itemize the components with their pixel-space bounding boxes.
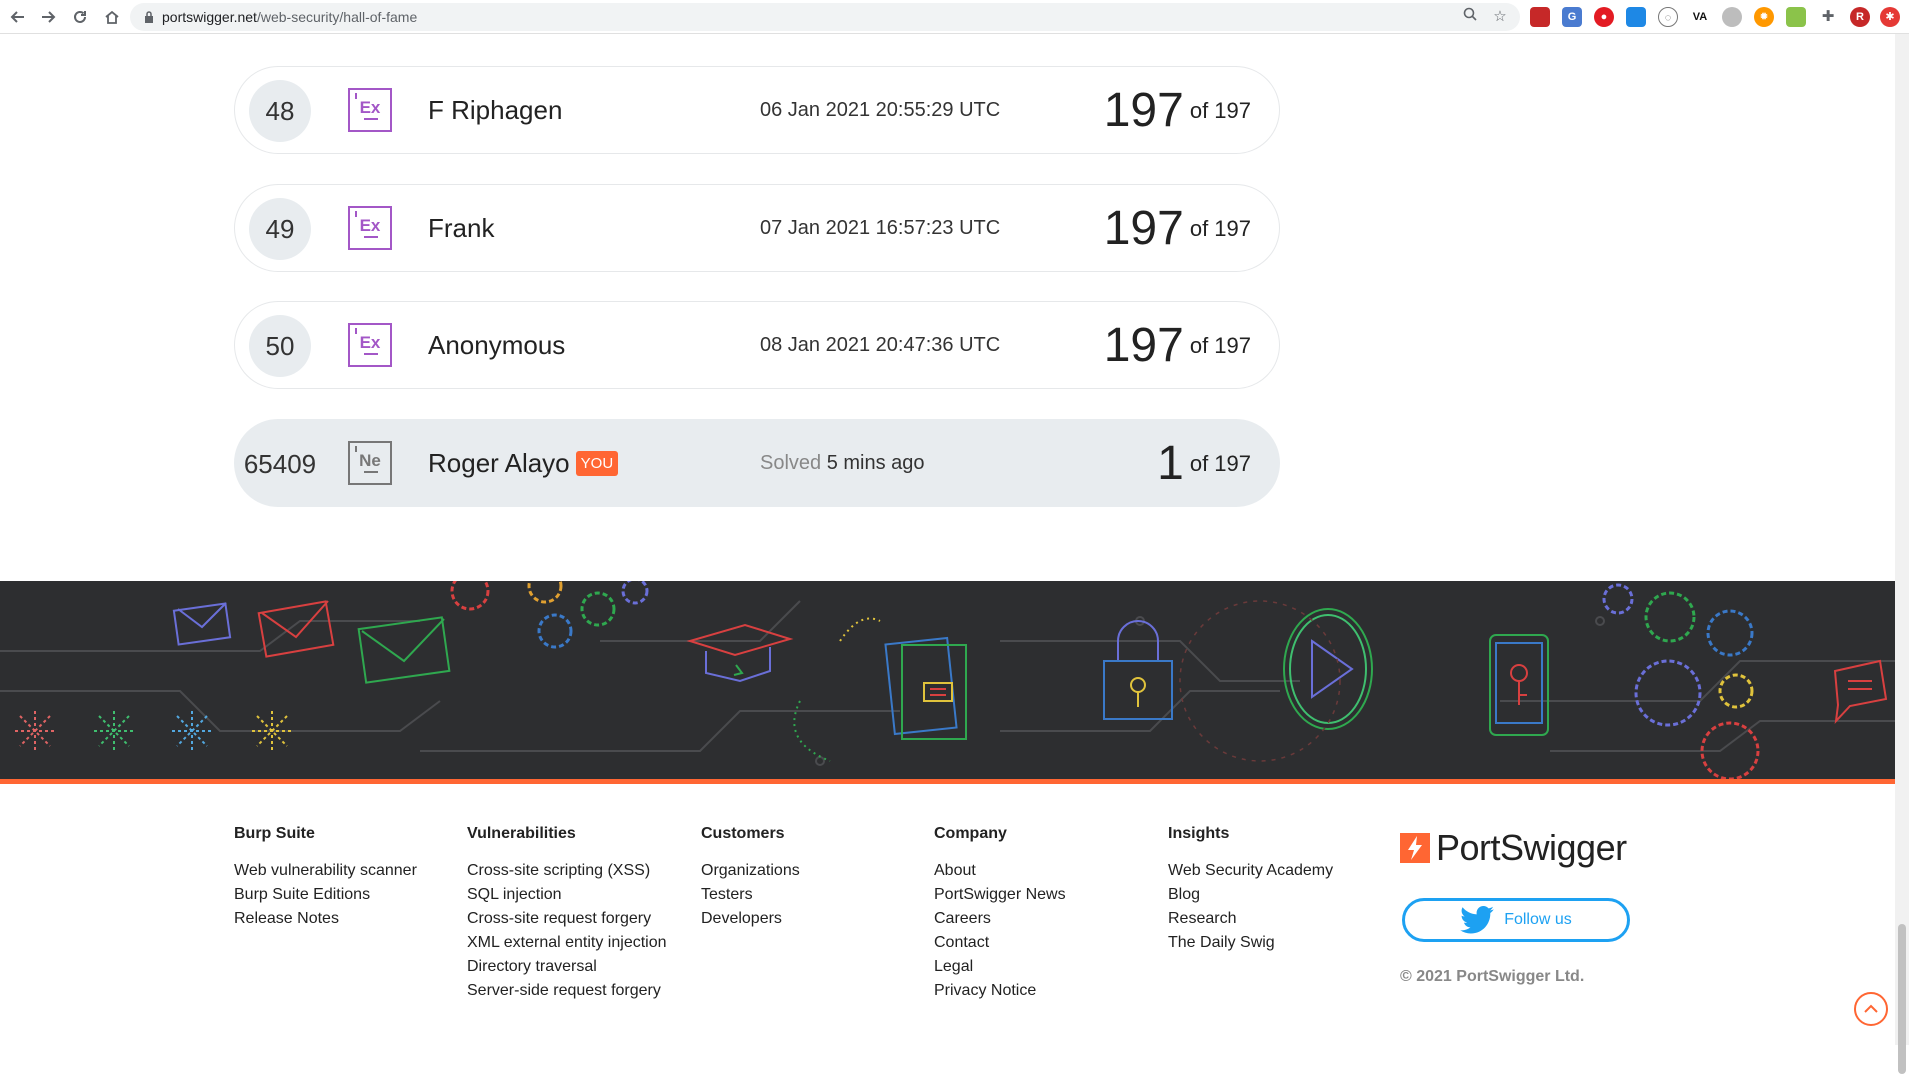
rank-number: 65409 [243, 449, 317, 479]
you-badge: YOU [575, 450, 619, 476]
footer-link[interactable]: Cross-site request forgery [467, 907, 697, 931]
extension-green-icon[interactable] [1786, 7, 1806, 27]
footer-link[interactable]: Legal [934, 955, 1164, 979]
leaderboard-row: 48 Ex F Riphagen 06 Jan 2021 20:55:29 UT… [234, 66, 1280, 154]
twitter-bird-icon [1460, 906, 1495, 934]
scrollbar-thumb[interactable] [1898, 924, 1906, 1074]
footer-link[interactable]: Privacy Notice [934, 979, 1164, 1003]
bookmark-star-icon[interactable]: ☆ [1490, 7, 1510, 27]
back-icon[interactable] [6, 5, 30, 29]
footer-column-title: Burp Suite [234, 825, 315, 842]
footer-column-title: Insights [1168, 825, 1230, 842]
extension-red-icon[interactable] [1530, 7, 1550, 27]
footer-column-company: Company About PortSwigger News Careers C… [934, 825, 1164, 1003]
rank-number: 50 [249, 315, 311, 377]
solved-time: Solved 5 mins ago [760, 452, 925, 474]
leaderboard-row: 50 Ex Anonymous 08 Jan 2021 20:47:36 UTC… [234, 301, 1280, 389]
extension-sun-icon[interactable]: ✹ [1754, 7, 1774, 27]
footer-link[interactable]: The Daily Swig [1168, 931, 1398, 955]
footer-link[interactable]: PortSwigger News [934, 883, 1164, 907]
footer-link[interactable]: Release Notes [234, 907, 464, 931]
extension-blue-icon[interactable] [1626, 7, 1646, 27]
rank-number: 48 [249, 80, 311, 142]
footer-column-vulnerabilities: Vulnerabilities Cross-site scripting (XS… [467, 825, 697, 1003]
footer-column-title: Company [934, 825, 1007, 842]
user-name: Frank [428, 213, 495, 243]
footer-link[interactable]: About [934, 859, 1164, 883]
user-name: F Riphagen [428, 95, 563, 125]
reload-icon[interactable] [68, 5, 92, 29]
page-scrollbar[interactable] [1895, 34, 1909, 1074]
adblock-icon[interactable]: ● [1594, 7, 1614, 27]
translate-icon[interactable]: G [1562, 7, 1582, 27]
footer-link[interactable]: Organizations [701, 859, 931, 883]
footer-link[interactable]: Web vulnerability scanner [234, 859, 464, 883]
home-icon[interactable] [100, 5, 124, 29]
forward-icon[interactable] [36, 5, 60, 29]
banner-accent-stripe [0, 779, 1895, 784]
solved-date: 08 Jan 2021 20:47:36 UTC [760, 334, 1001, 356]
extension-va-icon[interactable]: VA [1690, 7, 1710, 27]
score: 1 of 197 [1157, 437, 1251, 490]
url-text: portswigger.net/web-security/hall-of-fam… [162, 9, 418, 25]
footer-link[interactable]: Blog [1168, 883, 1398, 907]
portswigger-logo-icon [1400, 833, 1430, 863]
footer-link[interactable]: Burp Suite Editions [234, 883, 464, 907]
address-bar[interactable]: portswigger.net/web-security/hall-of-fam… [130, 3, 1520, 31]
footer-link[interactable]: Directory traversal [467, 955, 697, 979]
profile-avatar[interactable]: R [1850, 7, 1870, 27]
security-illustration [0, 581, 1895, 779]
follow-label: Follow us [1504, 911, 1572, 928]
footer-column-title: Vulnerabilities [467, 825, 576, 842]
footer-link[interactable]: Testers [701, 883, 931, 907]
portswigger-logo[interactable]: PortSwigger [1400, 826, 1627, 870]
footer-link[interactable]: Careers [934, 907, 1164, 931]
footer-illustration-banner [0, 581, 1895, 779]
rank-number: 49 [249, 198, 311, 260]
extensions-puzzle-icon[interactable]: ✚ [1818, 7, 1838, 27]
browser-toolbar: portswigger.net/web-security/hall-of-fam… [0, 0, 1909, 34]
footer-link[interactable]: Web Security Academy [1168, 859, 1398, 883]
footer-link[interactable]: Server-side request forgery [467, 979, 697, 1003]
footer-link[interactable]: SQL injection [467, 883, 697, 907]
copyright-text: © 2021 PortSwigger Ltd. [1400, 968, 1585, 985]
footer-link[interactable]: Cross-site scripting (XSS) [467, 859, 697, 883]
twitter-follow-button[interactable]: Follow us [1402, 898, 1630, 942]
footer-link[interactable]: Contact [934, 931, 1164, 955]
extension-globe-icon[interactable]: ◌ [1658, 7, 1678, 27]
score: 197 of 197 [1103, 319, 1251, 372]
expert-badge-icon: Ex [348, 88, 392, 132]
footer-link[interactable]: XML external entity injection [467, 931, 697, 955]
score: 197 of 197 [1103, 84, 1251, 137]
footer-column-insights: Insights Web Security Academy Blog Resea… [1168, 825, 1398, 955]
expert-badge-icon: Ex [348, 206, 392, 250]
leaderboard-row: 49 Ex Frank 07 Jan 2021 16:57:23 UTC 197… [234, 184, 1280, 272]
user-name: Roger Alayo YOU [428, 448, 619, 479]
footer-column-title: Customers [701, 825, 785, 842]
footer-column-customers: Customers Organizations Testers Develope… [701, 825, 931, 931]
newbie-badge-icon: Ne [348, 441, 392, 485]
user-name: Anonymous [428, 330, 566, 360]
current-user-row: 65409 Ne Roger Alayo YOU Solved 5 mins ag… [234, 419, 1280, 507]
logo-wordmark: PortSwigger [1436, 827, 1627, 868]
extension-red-circle-icon[interactable]: ✱ [1880, 7, 1900, 27]
lock-icon [145, 11, 153, 23]
zoom-icon[interactable] [1460, 7, 1480, 27]
chevron-up-icon [1864, 1004, 1878, 1013]
solved-date: 06 Jan 2021 20:55:29 UTC [760, 99, 1001, 121]
footer-link[interactable]: Research [1168, 907, 1398, 931]
extension-gray-icon[interactable] [1722, 7, 1742, 27]
solved-date: 07 Jan 2021 16:57:23 UTC [760, 217, 1001, 239]
footer-column-burp-suite: Burp Suite Web vulnerability scanner Bur… [234, 825, 464, 931]
scroll-to-top-button[interactable] [1854, 992, 1888, 1026]
footer-link[interactable]: Developers [701, 907, 931, 931]
score: 197 of 197 [1103, 202, 1251, 255]
expert-badge-icon: Ex [348, 323, 392, 367]
